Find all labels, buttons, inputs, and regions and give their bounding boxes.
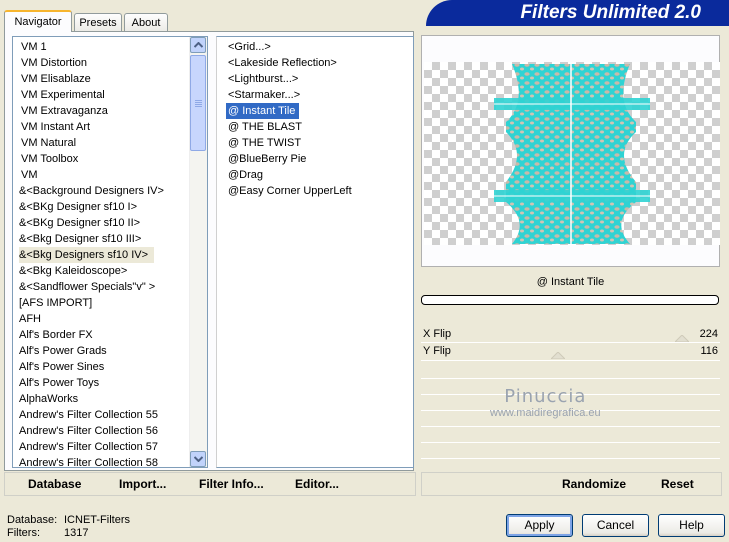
tab-navigator[interactable]: Navigator — [4, 10, 72, 32]
randomize-button[interactable]: Randomize — [562, 473, 626, 495]
app-title-banner: Filters Unlimited 2.0 — [426, 0, 729, 26]
apply-button[interactable]: Apply — [506, 514, 573, 537]
category-item[interactable]: VM Elisablaze — [21, 71, 91, 87]
filters-count: 1317 — [64, 527, 89, 539]
cancel-button[interactable]: Cancel — [582, 514, 649, 537]
reset-button[interactable]: Reset — [661, 473, 694, 495]
category-item[interactable]: [AFS IMPORT] — [19, 295, 92, 311]
category-item[interactable]: &<Bkg Kaleidoscope> — [19, 263, 127, 279]
category-item[interactable]: &<Sandflower Specials"v" > — [19, 279, 155, 295]
filters-status: Filters: 1317 — [7, 527, 88, 539]
selected-filter-name: @ Instant Tile — [421, 270, 720, 294]
filter-item[interactable]: @ THE BLAST — [228, 119, 302, 135]
category-item[interactable]: AFH — [19, 311, 41, 327]
database-status: Database: ICNET-Filters — [7, 514, 130, 526]
instant-tile-preview-graphic — [494, 64, 650, 244]
empty-param-row — [421, 426, 720, 441]
category-item[interactable]: &<Bkg Designer sf10 III> — [19, 231, 141, 247]
import-button[interactable]: Import... — [119, 473, 166, 495]
category-item[interactable]: VM Toolbox — [21, 151, 78, 167]
filter-item[interactable]: <Grid...> — [228, 39, 271, 55]
filter-item[interactable]: <Lightburst...> — [228, 71, 298, 87]
category-scrollbar[interactable] — [189, 37, 207, 467]
database-value: ICNET-Filters — [64, 514, 130, 526]
empty-param-row — [421, 458, 720, 473]
category-item[interactable]: &<Background Designers IV> — [19, 183, 164, 199]
tab-presets[interactable]: Presets — [74, 13, 122, 31]
param-y-flip[interactable]: Y Flip 116 — [421, 343, 720, 359]
param-value: 116 — [700, 345, 718, 357]
category-item[interactable]: VM 1 — [21, 39, 47, 55]
scroll-thumb[interactable] — [190, 55, 206, 151]
help-button[interactable]: Help — [658, 514, 725, 537]
category-item[interactable]: VM Natural — [21, 135, 76, 151]
empty-param-row — [421, 442, 720, 457]
filter-item[interactable]: <Lakeside Reflection> — [228, 55, 337, 71]
category-item[interactable]: VM Experimental — [21, 87, 105, 103]
tab-about[interactable]: About — [124, 13, 168, 31]
category-item[interactable]: Alf's Power Grads — [19, 343, 107, 359]
category-item[interactable]: Alf's Border FX — [19, 327, 93, 343]
filter-list[interactable]: <Grid...> <Lakeside Reflection> <Lightbu… — [216, 36, 414, 468]
filter-item[interactable]: @Drag — [228, 167, 263, 183]
watermark: Pinuccia www.maidiregrafica.eu — [490, 386, 601, 419]
category-item[interactable]: VM Distortion — [21, 55, 87, 71]
chevron-down-icon — [194, 456, 203, 462]
category-item[interactable]: AlphaWorks — [19, 391, 78, 407]
preview-panel — [421, 35, 720, 267]
category-item[interactable]: Andrew's Filter Collection 57 — [19, 439, 158, 455]
category-item[interactable]: VM Instant Art — [21, 119, 90, 135]
filter-item[interactable]: @Easy Corner UpperLeft — [228, 183, 352, 199]
category-item[interactable]: Alf's Power Sines — [19, 359, 104, 375]
filters-label: Filters: — [7, 527, 40, 539]
category-item[interactable]: VM Extravaganza — [21, 103, 108, 119]
progress-bar — [421, 295, 719, 305]
watermark-name: Pinuccia — [504, 386, 587, 407]
category-item[interactable]: &<BKg Designer sf10 I> — [19, 199, 137, 215]
scroll-up-button[interactable] — [190, 37, 206, 53]
param-value: 224 — [699, 328, 718, 340]
right-button-bar: Randomize Reset — [421, 472, 722, 496]
filter-item-selected[interactable]: @ Instant Tile — [224, 102, 301, 120]
watermark-url: www.maidiregrafica.eu — [490, 407, 601, 419]
filter-item[interactable]: <Starmaker...> — [228, 87, 300, 103]
left-button-bar: Database Import... Filter Info... Editor… — [4, 472, 416, 496]
category-item[interactable]: Alf's Power Toys — [19, 375, 99, 391]
category-item-selected[interactable]: &<Bkg Designers sf10 IV> — [19, 247, 155, 263]
category-item[interactable]: &<BKg Designer sf10 II> — [19, 215, 140, 231]
slider-thumb[interactable] — [675, 335, 689, 342]
param-label: Y Flip — [423, 345, 451, 357]
category-item[interactable]: Andrew's Filter Collection 56 — [19, 423, 158, 439]
slider-thumb[interactable] — [551, 352, 565, 359]
param-x-flip[interactable]: X Flip 224 — [421, 326, 720, 342]
app-title: Filters Unlimited 2.0 — [520, 2, 701, 23]
database-button[interactable]: Database — [28, 473, 81, 495]
param-label: X Flip — [423, 328, 452, 340]
scroll-down-button[interactable] — [190, 451, 206, 467]
category-item[interactable]: Andrew's Filter Collection 55 — [19, 407, 158, 423]
filter-item[interactable]: @ THE TWIST — [228, 135, 301, 151]
chevron-up-icon — [194, 42, 203, 48]
filter-item[interactable]: @BlueBerry Pie — [228, 151, 306, 167]
filter-info-button[interactable]: Filter Info... — [199, 473, 264, 495]
category-list[interactable]: VM 1 VM Distortion VM Elisablaze VM Expe… — [12, 36, 208, 468]
editor-button[interactable]: Editor... — [295, 473, 339, 495]
category-item[interactable]: Andrew's Filter Collection 58 — [19, 455, 158, 467]
preview-image — [424, 62, 720, 245]
database-label: Database: — [7, 514, 58, 526]
category-item[interactable]: VM — [21, 167, 38, 183]
